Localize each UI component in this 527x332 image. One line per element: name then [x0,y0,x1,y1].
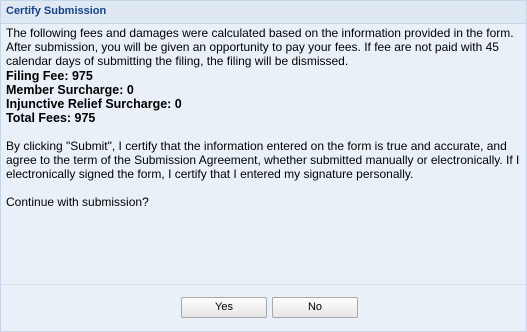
no-button[interactable]: No [272,297,358,318]
dialog-content: The following fees and damages were calc… [6,26,526,209]
total-fees: Total Fees: 975 [6,111,96,125]
certification-text: By clicking "Submit", I certify that the… [6,139,520,181]
member-surcharge: Member Surcharge: 0 [6,83,134,97]
yes-button[interactable]: Yes [181,297,267,318]
filing-fee: Filing Fee: 975 [6,69,93,83]
injunctive-relief-surcharge: Injunctive Relief Surcharge: 0 [6,97,182,111]
dialog-title: Certify Submission [6,5,107,17]
dialog-titlebar: Certify Submission [1,1,526,24]
continue-question: Continue with submission? [6,195,149,209]
fees-summary: Filing Fee: 975 Member Surcharge: 0 Inju… [6,69,526,125]
fees-intro-text: The following fees and damages were calc… [6,26,514,68]
certify-submission-dialog: Certify Submission The following fees an… [0,0,527,332]
button-divider [1,284,526,285]
